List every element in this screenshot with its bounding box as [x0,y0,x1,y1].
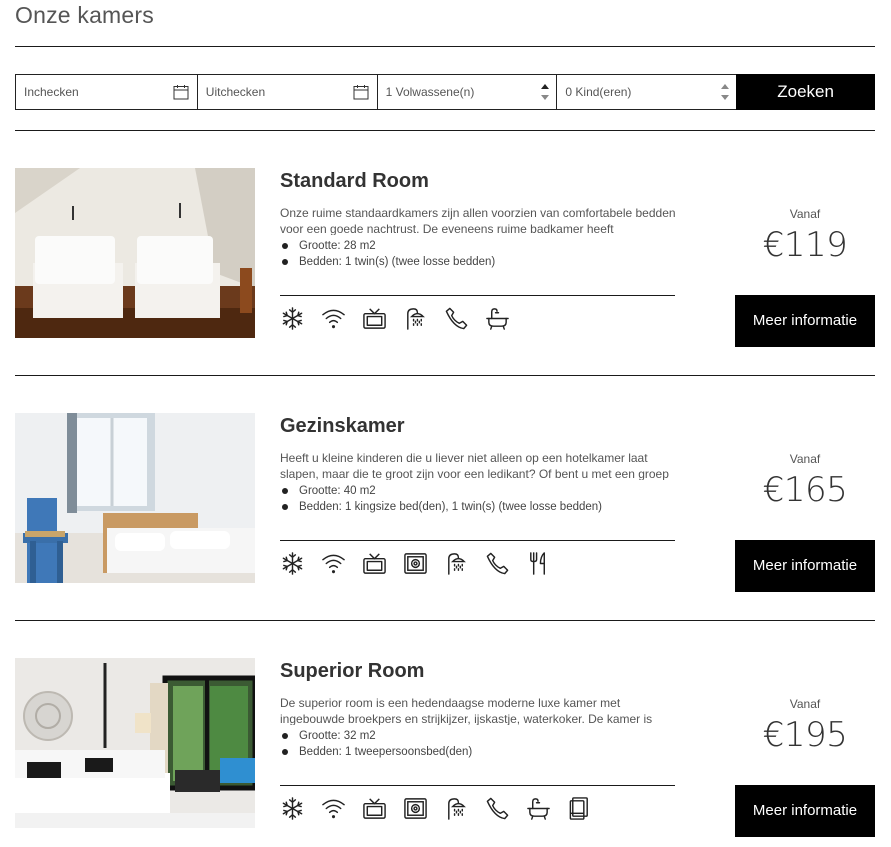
room-photo[interactable] [15,658,255,828]
room-divider [280,785,675,786]
snowflake-icon [280,306,305,331]
price-from-label: Vanaf [789,452,821,466]
room-description: Heeft u kleine kinderen die u liever nie… [280,451,669,480]
page-title: Onze kamers [15,2,154,28]
bathtub-icon [485,306,510,331]
adults-value: 1 Volwassene(n) [385,85,475,99]
room-description: De superior room is een hedendaagse mode… [280,696,653,725]
checkin-field[interactable]: Inchecken [15,74,197,110]
wifi-icon [321,551,346,576]
amenity-icons [280,796,592,821]
amenity-icons [280,306,510,331]
checkout-field[interactable]: Uitchecken [196,74,377,110]
room-card-standard: Standard Room Onze ruime standaardkamers… [15,168,875,347]
calendar-icon[interactable] [353,84,369,100]
room-separator [15,620,875,621]
room-name: Superior Room [280,660,425,682]
amenity-icons [280,551,551,576]
room-size: Grootte: 40 m2 [280,483,602,499]
shower-icon [444,551,469,576]
room-photo[interactable] [15,413,255,583]
more-info-button[interactable]: Meer informatie [735,540,875,592]
room-specs: Grootte: 32 m2 Bedden: 1 tweepersoonsbed… [280,728,472,760]
price-from-label: Vanaf [789,207,821,221]
room-card-superior: Superior Room De superior room is een he… [15,658,875,837]
more-info-button[interactable]: Meer informatie [735,295,875,347]
room-beds: Bedden: 1 twin(s) (twee losse bedden) [280,254,495,270]
room-size: Grootte: 28 m2 [280,238,495,254]
phone-icon [485,796,510,821]
snowflake-icon [280,551,305,576]
bathtub-icon [526,796,551,821]
search-bar: Inchecken Uitchecken 1 Volwassene(n) 0 K… [15,74,876,110]
spinner-arrows-icon[interactable] [720,80,730,104]
room-price: €165 [762,470,848,510]
phone-icon [485,551,510,576]
room-specs: Grootte: 28 m2 Bedden: 1 twin(s) (twee l… [280,238,495,270]
cutlery-icon [526,551,551,576]
room-description: Onze ruime standaardkamers zijn allen vo… [280,206,676,235]
room-beds: Bedden: 1 kingsize bed(den), 1 twin(s) (… [280,499,602,515]
phone-icon [444,306,469,331]
children-stepper[interactable]: 0 Kind(eren) [556,74,737,110]
towel-icon [567,796,592,821]
safe-icon [403,796,428,821]
wifi-icon [321,306,346,331]
room-specs: Grootte: 40 m2 Bedden: 1 kingsize bed(de… [280,483,602,515]
wifi-icon [321,796,346,821]
spinner-arrows-icon[interactable] [540,80,550,104]
shower-icon [403,306,428,331]
checkout-placeholder: Uitchecken [205,85,266,99]
search-divider [15,130,875,131]
children-value: 0 Kind(eren) [565,85,632,99]
room-size: Grootte: 32 m2 [280,728,472,744]
tv-icon [362,551,387,576]
title-divider [15,46,875,47]
adults-stepper[interactable]: 1 Volwassene(n) [376,74,557,110]
room-name: Gezinskamer [280,415,405,437]
tv-icon [362,796,387,821]
shower-icon [444,796,469,821]
more-info-button[interactable]: Meer informatie [735,785,875,837]
room-price: €195 [762,715,848,755]
room-separator [15,375,875,376]
safe-icon [403,551,428,576]
room-card-gezinskamer: Gezinskamer Heeft u kleine kinderen die … [15,413,875,592]
checkin-placeholder: Inchecken [24,85,79,99]
tv-icon [362,306,387,331]
room-divider [280,540,675,541]
room-price: €119 [762,225,848,265]
calendar-icon[interactable] [173,84,189,100]
room-divider [280,295,675,296]
room-photo[interactable] [15,168,255,338]
search-button[interactable]: Zoeken [736,74,876,110]
snowflake-icon [280,796,305,821]
room-name: Standard Room [280,170,429,192]
price-from-label: Vanaf [789,697,821,711]
room-beds: Bedden: 1 tweepersoonsbed(den) [280,744,472,760]
